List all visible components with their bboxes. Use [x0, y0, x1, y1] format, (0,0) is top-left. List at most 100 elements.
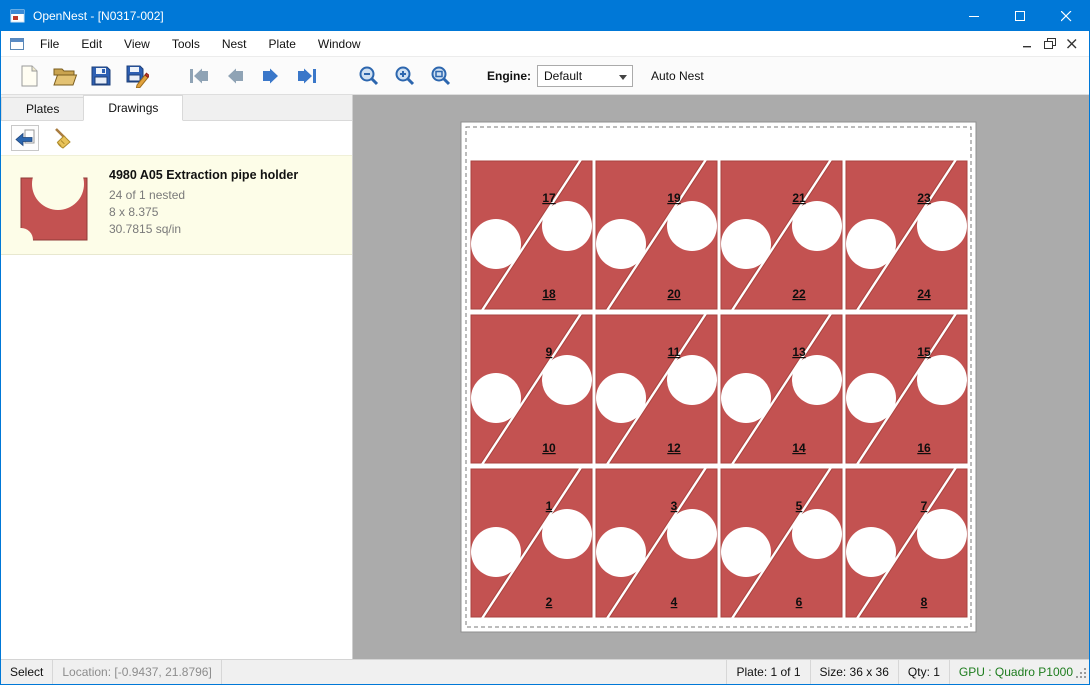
part-number-label[interactable]: 22 — [792, 287, 806, 301]
nest-svg: 171819202122232491011121314151612345678 — [353, 95, 1089, 659]
import-drawing-icon[interactable] — [11, 125, 39, 151]
pipe-hole-cutout — [846, 373, 896, 423]
part-number-label[interactable]: 15 — [917, 345, 931, 359]
sidebar-tabs: Plates Drawings — [1, 95, 352, 121]
save-icon[interactable] — [83, 60, 119, 92]
engine-label: Engine: — [487, 69, 531, 83]
part-number-label[interactable]: 4 — [671, 595, 678, 609]
part-number-label[interactable]: 13 — [792, 345, 806, 359]
last-plate-icon[interactable] — [289, 60, 325, 92]
part-number-label[interactable]: 23 — [917, 191, 931, 205]
status-gpu: GPU : Quadro P1000 — [949, 660, 1089, 684]
pipe-hole-cutout — [792, 509, 842, 559]
child-restore-icon[interactable] — [1039, 31, 1061, 56]
status-spacer — [222, 660, 727, 684]
menu-plate[interactable]: Plate — [258, 31, 307, 56]
menu-window[interactable]: Window — [307, 31, 372, 56]
previous-plate-icon[interactable] — [217, 60, 253, 92]
pipe-hole-cutout — [542, 201, 592, 251]
part-number-label[interactable]: 8 — [921, 595, 928, 609]
part-number-label[interactable]: 9 — [546, 345, 553, 359]
part-number-label[interactable]: 1 — [546, 499, 553, 513]
title-bar: OpenNest - [N0317-002] — [1, 1, 1089, 31]
pipe-hole-cutout — [721, 373, 771, 423]
tab-drawings[interactable]: Drawings — [83, 95, 183, 121]
part-number-label[interactable]: 24 — [917, 287, 931, 301]
child-close-icon[interactable] — [1061, 31, 1083, 56]
auto-nest-button[interactable]: Auto Nest — [651, 69, 704, 83]
part-number-label[interactable]: 12 — [667, 441, 681, 455]
resize-grip[interactable] — [1075, 667, 1087, 682]
pipe-hole-cutout — [846, 219, 896, 269]
close-icon[interactable] — [1043, 1, 1089, 31]
drawing-size: 8 x 8.375 — [109, 204, 298, 221]
new-file-icon[interactable] — [11, 60, 47, 92]
nest-canvas[interactable]: 171819202122232491011121314151612345678 — [353, 95, 1089, 659]
main-area: Plates Drawings — [1, 95, 1089, 659]
zoom-in-icon[interactable] — [387, 60, 423, 92]
part-number-label[interactable]: 5 — [796, 499, 803, 513]
menu-nest[interactable]: Nest — [211, 31, 258, 56]
status-size: Size: 36 x 36 — [810, 660, 898, 684]
part-number-label[interactable]: 6 — [796, 595, 803, 609]
pipe-hole-cutout — [721, 219, 771, 269]
minimize-icon[interactable] — [951, 1, 997, 31]
part-number-label[interactable]: 16 — [917, 441, 931, 455]
document-window-icon[interactable] — [1, 31, 29, 56]
pipe-hole-cutout — [471, 527, 521, 577]
app-icon — [10, 8, 26, 24]
child-minimize-icon[interactable] — [1017, 31, 1039, 56]
menu-bar: File Edit View Tools Nest Plate Window — [1, 31, 1089, 57]
part-number-label[interactable]: 14 — [792, 441, 806, 455]
clean-broom-icon[interactable] — [49, 125, 77, 151]
status-mode: Select — [1, 660, 53, 684]
part-thumbnail — [11, 164, 95, 244]
maximize-icon[interactable] — [997, 1, 1043, 31]
part-number-label[interactable]: 17 — [542, 191, 556, 205]
tab-plates[interactable]: Plates — [1, 97, 84, 120]
pipe-hole-cutout — [917, 509, 967, 559]
part-number-label[interactable]: 19 — [667, 191, 681, 205]
pipe-hole-cutout — [846, 527, 896, 577]
menu-tools[interactable]: Tools — [161, 31, 211, 56]
save-edit-icon[interactable] — [119, 60, 155, 92]
menu-view[interactable]: View — [113, 31, 161, 56]
pipe-hole-cutout — [721, 527, 771, 577]
pipe-hole-cutout — [542, 509, 592, 559]
window-title: OpenNest - [N0317-002] — [33, 9, 951, 23]
first-plate-icon[interactable] — [181, 60, 217, 92]
part-number-label[interactable]: 2 — [546, 595, 553, 609]
engine-dropdown[interactable]: Default — [537, 65, 633, 87]
part-number-label[interactable]: 11 — [668, 345, 681, 359]
open-folder-icon[interactable] — [47, 60, 83, 92]
pipe-hole-cutout — [596, 373, 646, 423]
zoom-out-icon[interactable] — [351, 60, 387, 92]
zoom-fit-icon[interactable] — [423, 60, 459, 92]
pipe-hole-cutout — [596, 527, 646, 577]
engine-dropdown-value: Default — [544, 69, 582, 83]
chevron-down-icon — [619, 75, 627, 80]
part-number-label[interactable]: 20 — [667, 287, 681, 301]
status-bar: Select Location: [-0.9437, 21.8796] Plat… — [1, 659, 1089, 684]
part-number-label[interactable]: 18 — [542, 287, 556, 301]
drawing-meta: 4980 A05 Extraction pipe holder 24 of 1 … — [109, 164, 298, 244]
next-plate-icon[interactable] — [253, 60, 289, 92]
pipe-hole-cutout — [792, 201, 842, 251]
status-location: Location: [-0.9437, 21.8796] — [53, 660, 221, 684]
sidebar: Plates Drawings — [1, 95, 353, 659]
pipe-hole-cutout — [667, 355, 717, 405]
menu-edit[interactable]: Edit — [70, 31, 113, 56]
pipe-hole-cutout — [542, 355, 592, 405]
drawing-list-item[interactable]: 4980 A05 Extraction pipe holder 24 of 1 … — [1, 155, 352, 255]
status-qty: Qty: 1 — [898, 660, 949, 684]
menu-file[interactable]: File — [29, 31, 70, 56]
drawing-title: 4980 A05 Extraction pipe holder — [109, 168, 298, 182]
part-number-label[interactable]: 3 — [671, 499, 678, 513]
status-plate: Plate: 1 of 1 — [726, 660, 809, 684]
part-number-label[interactable]: 21 — [792, 191, 806, 205]
pipe-hole-cutout — [917, 201, 967, 251]
part-number-label[interactable]: 7 — [921, 499, 928, 513]
pipe-hole-cutout — [596, 219, 646, 269]
part-number-label[interactable]: 10 — [542, 441, 556, 455]
drawings-toolbar — [1, 121, 352, 155]
